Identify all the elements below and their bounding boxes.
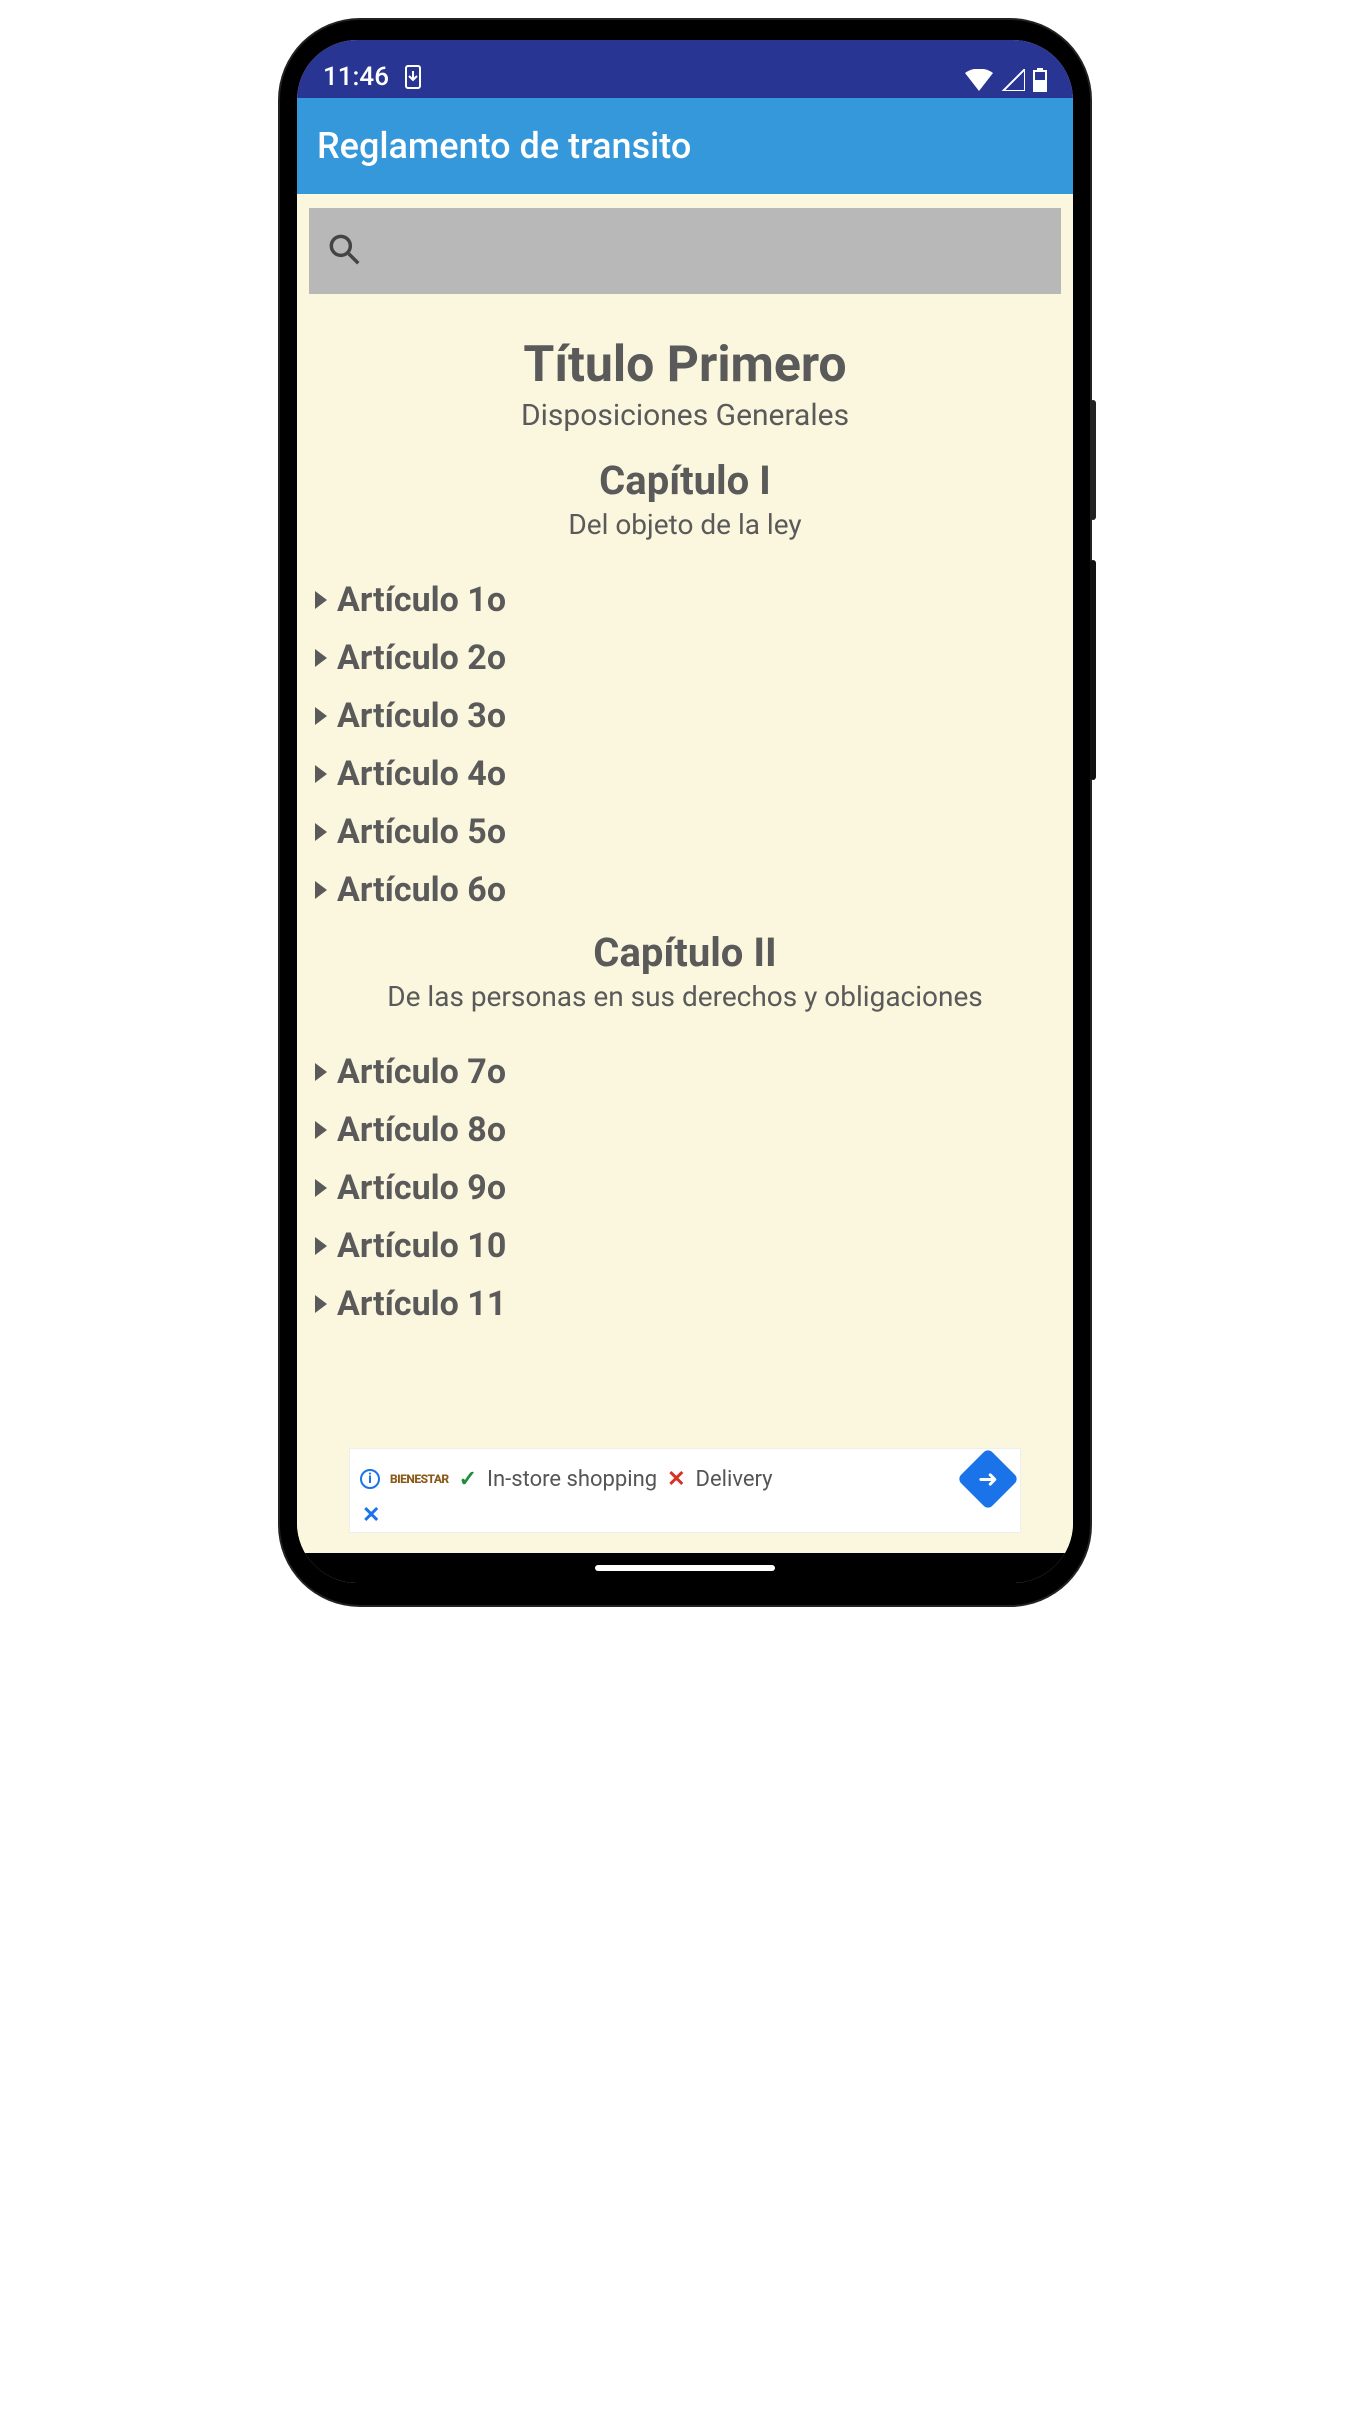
expand-icon — [315, 1295, 327, 1313]
expand-icon — [315, 823, 327, 841]
expand-icon — [315, 649, 327, 667]
expand-icon — [315, 881, 327, 899]
article-item[interactable]: Artículo 9o — [315, 1159, 1055, 1217]
title-block: Título Primero Disposiciones Generales C… — [309, 336, 1061, 541]
article-item[interactable]: Artículo 8o — [315, 1101, 1055, 1159]
article-list-1: Artículo 1o Artículo 2o Artículo 3o Artí… — [309, 571, 1061, 919]
screen: 11:46 — [297, 40, 1073, 1583]
article-label: Artículo 3o — [337, 696, 506, 736]
article-label: Artículo 7o — [337, 1052, 506, 1092]
expand-icon — [315, 1121, 327, 1139]
article-label: Artículo 6o — [337, 870, 506, 910]
expand-icon — [315, 707, 327, 725]
article-list-2: Artículo 7o Artículo 8o Artículo 9o Artí… — [309, 1043, 1061, 1333]
arrow-icon: ➜ — [978, 1465, 998, 1493]
ad-info-icon[interactable]: i — [360, 1469, 380, 1489]
article-item[interactable]: Artículo 10 — [315, 1217, 1055, 1275]
status-bar: 11:46 — [297, 40, 1073, 98]
article-item[interactable]: Artículo 11 — [315, 1275, 1055, 1333]
phone-frame: 11:46 — [280, 20, 1090, 1605]
article-label: Artículo 2o — [337, 638, 506, 678]
article-label: Artículo 8o — [337, 1110, 506, 1150]
ad-close-button[interactable]: ✕ — [360, 1503, 380, 1528]
expand-icon — [315, 591, 327, 609]
ad-delivery-text: Delivery — [696, 1467, 773, 1492]
article-item[interactable]: Artículo 6o — [315, 861, 1055, 919]
ad-brand: BIENESTAR — [390, 1472, 449, 1486]
article-item[interactable]: Artículo 4o — [315, 745, 1055, 803]
app-title: Reglamento de transito — [317, 125, 691, 167]
capitulo-2-subheading: De las personas en sus derechos y obliga… — [309, 980, 1061, 1013]
download-icon — [403, 65, 423, 89]
article-item[interactable]: Artículo 5o — [315, 803, 1055, 861]
wifi-icon — [965, 69, 993, 91]
article-label: Artículo 4o — [337, 754, 506, 794]
expand-icon — [315, 765, 327, 783]
article-item[interactable]: Artículo 2o — [315, 629, 1055, 687]
search-input[interactable] — [309, 208, 1061, 294]
home-indicator[interactable] — [595, 1565, 775, 1571]
directions-button[interactable]: ➜ — [957, 1448, 1019, 1510]
article-item[interactable]: Artículo 3o — [315, 687, 1055, 745]
battery-icon — [1033, 68, 1047, 92]
ad-banner[interactable]: i BIENESTAR ✓ In-store shopping ✕ Delive… — [349, 1448, 1021, 1533]
article-label: Artículo 9o — [337, 1168, 506, 1208]
article-label: Artículo 5o — [337, 812, 506, 852]
nav-bar[interactable] — [297, 1553, 1073, 1583]
content-area[interactable]: Título Primero Disposiciones Generales C… — [297, 194, 1073, 1553]
capitulo-2-heading: Capítulo II — [309, 929, 1061, 976]
titulo-subheading: Disposiciones Generales — [309, 398, 1061, 433]
article-label: Artículo 10 — [337, 1226, 506, 1266]
status-time: 11:46 — [323, 62, 389, 92]
expand-icon — [315, 1063, 327, 1081]
article-item[interactable]: Artículo 1o — [315, 571, 1055, 629]
ad-instore-text: In-store shopping — [487, 1467, 657, 1492]
article-label: Artículo 1o — [337, 580, 506, 620]
app-bar: Reglamento de transito — [297, 98, 1073, 194]
expand-icon — [315, 1237, 327, 1255]
expand-icon — [315, 1179, 327, 1197]
cell-signal-icon — [1001, 69, 1025, 91]
check-icon: ✓ — [459, 1467, 477, 1492]
search-field[interactable] — [363, 235, 1045, 267]
search-icon — [325, 230, 363, 272]
titulo-heading: Título Primero — [309, 336, 1061, 394]
capitulo-1-heading: Capítulo I — [309, 457, 1061, 504]
capitulo-1-subheading: Del objeto de la ley — [309, 508, 1061, 541]
article-item[interactable]: Artículo 7o — [315, 1043, 1055, 1101]
cross-icon: ✕ — [667, 1467, 685, 1492]
article-label: Artículo 11 — [337, 1284, 506, 1324]
